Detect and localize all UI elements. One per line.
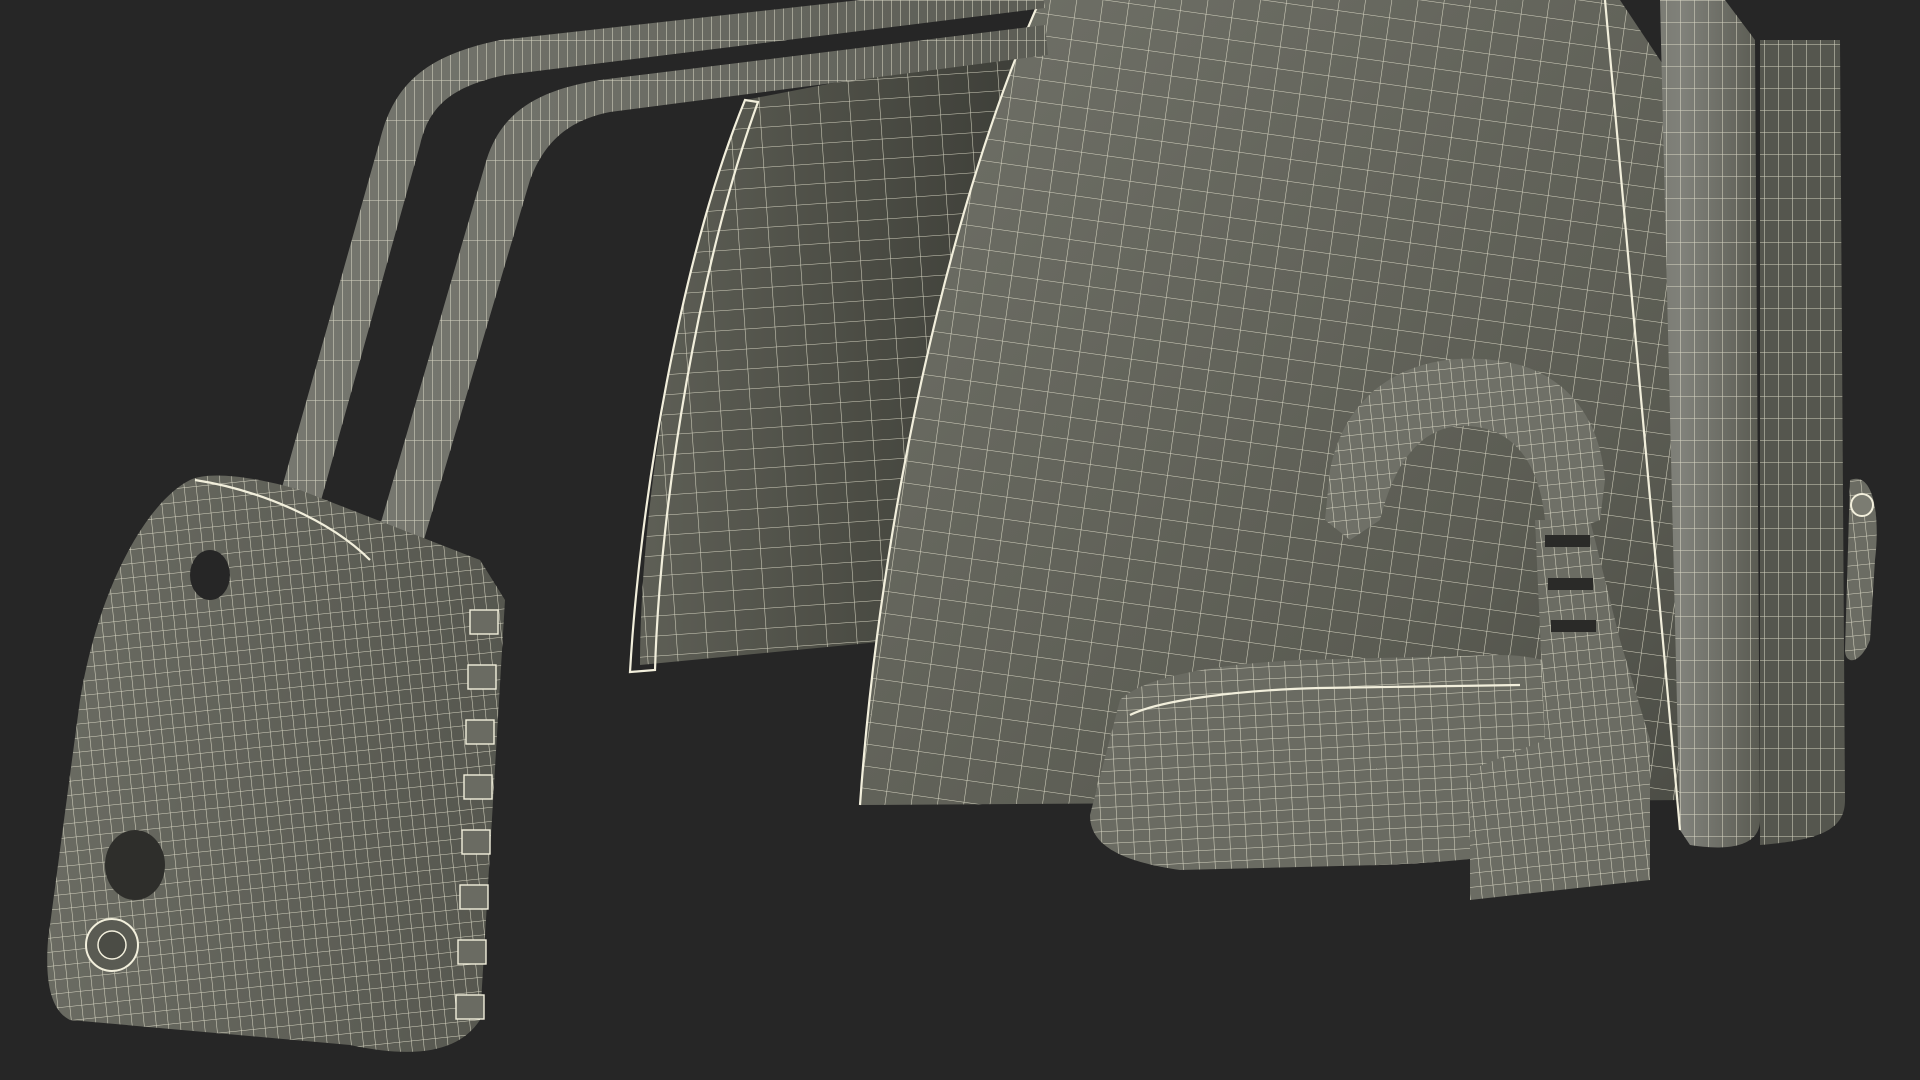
clamp-block bbox=[47, 475, 505, 1052]
wireframe-render bbox=[47, 0, 1877, 1052]
side-clamp bbox=[1845, 478, 1877, 661]
